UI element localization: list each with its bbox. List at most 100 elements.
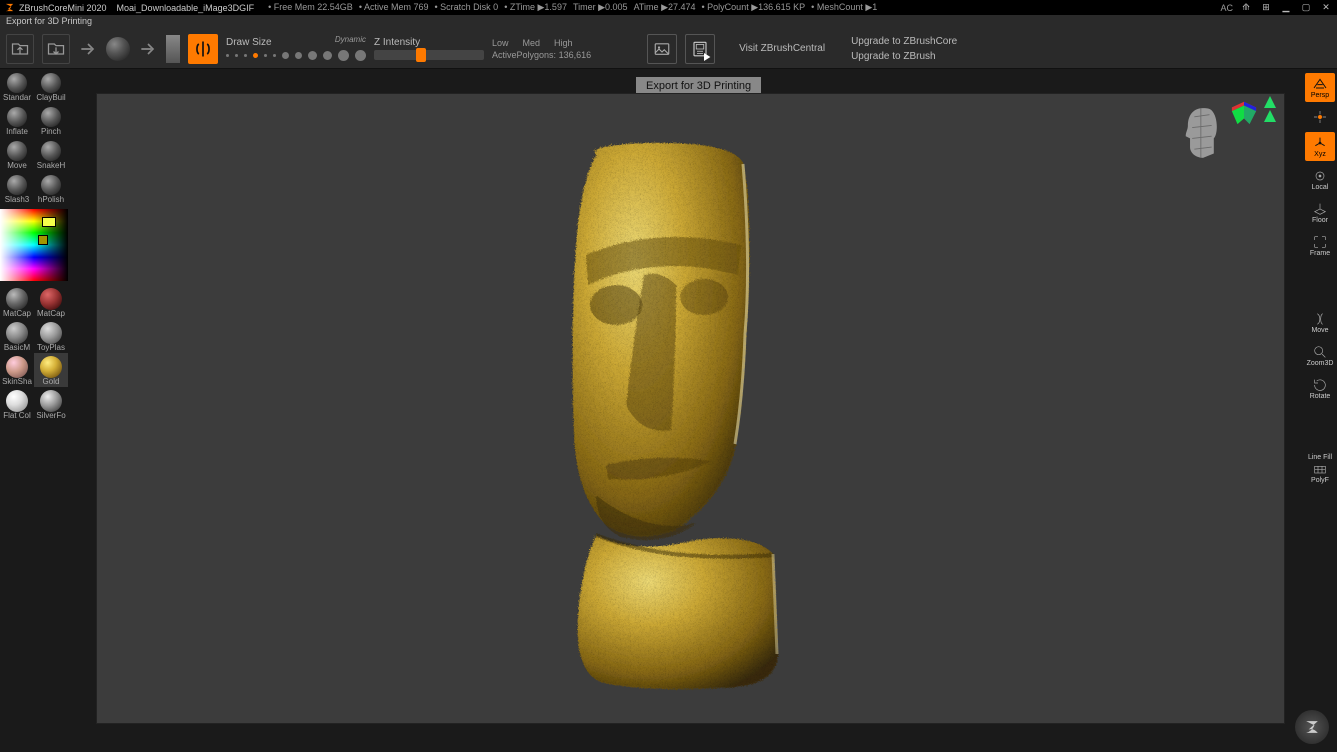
brush-label: ClayBuil <box>36 93 65 102</box>
stat-timer: Timer ▶0.005 <box>573 2 628 13</box>
gizmo-toggle-button[interactable] <box>1305 106 1335 128</box>
stat-scratch: Scratch Disk 0 <box>435 2 499 13</box>
floor-button[interactable]: Floor <box>1305 198 1335 227</box>
maximize-button[interactable]: ▢ <box>1299 2 1313 14</box>
titlebar: ZBrushCoreMini 2020 Moai_Downloadable_iM… <box>0 0 1337 15</box>
brush-slash3[interactable]: Slash3 <box>0 171 34 205</box>
material-label: SkinSha <box>2 377 32 386</box>
poly-low-button[interactable]: Low <box>492 38 509 48</box>
file-title: Moai_Downloadable_iMage3DGIF <box>117 3 255 13</box>
minimize-button[interactable]: ▁ <box>1279 2 1293 14</box>
material-gold[interactable]: Gold <box>34 353 68 387</box>
export-image-button[interactable] <box>647 34 677 64</box>
material-label: Flat Col <box>3 411 31 420</box>
nav-head-icon[interactable] <box>1180 106 1226 160</box>
material-label: MatCap <box>3 309 31 318</box>
brush-label: hPolish <box>38 195 64 204</box>
material-flatcol[interactable]: Flat Col <box>0 387 34 421</box>
material-label: ToyPlas <box>37 343 65 352</box>
active-poly-label: ActivePolygons: <box>492 50 556 60</box>
brush-grid: StandarClayBuil Inflate Pinch Move SnakeH Sla… <box>0 69 68 205</box>
draw-size-slider[interactable] <box>226 50 366 61</box>
export-3d-print-button[interactable] <box>685 34 715 64</box>
right-panel: Persp Xyz Local Floor Frame Move Zoom3D … <box>1303 69 1337 752</box>
stat-atime: ATime ▶27.474 <box>634 2 696 13</box>
brush-pinch[interactable]: Pinch <box>34 103 68 137</box>
zoom-button[interactable]: Zoom3D <box>1305 341 1335 370</box>
sculpt-block-button[interactable] <box>166 35 180 63</box>
material-matcap[interactable]: MatCap <box>34 285 68 319</box>
color-swatch-primary[interactable] <box>42 217 56 227</box>
material-label: SilverFo <box>36 411 65 420</box>
material-silverfo[interactable]: SilverFo <box>34 387 68 421</box>
brush-inflate[interactable]: Inflate <box>0 103 34 137</box>
brush-label: Inflate <box>6 127 28 136</box>
upgrade-full-link[interactable]: Upgrade to ZBrush <box>851 51 957 62</box>
brush-claybuil[interactable]: ClayBuil <box>34 69 68 103</box>
active-poly-count: 136,616 <box>559 50 592 60</box>
brush-move[interactable]: Move <box>0 137 34 171</box>
poly-high-button[interactable]: High <box>554 38 573 48</box>
material-ball-icon <box>40 390 62 412</box>
zbrush-corner-logo-icon[interactable] <box>1295 710 1329 744</box>
material-basicm[interactable]: BasicM <box>0 319 34 353</box>
material-matcap[interactable]: MatCap <box>0 285 34 319</box>
stat-active-mem: Active Mem 769 <box>359 2 429 13</box>
symmetry-button[interactable] <box>188 34 218 64</box>
brush-standar[interactable]: Standar <box>0 69 34 103</box>
statusline: Export for 3D Printing <box>0 15 1337 29</box>
material-label: Gold <box>43 377 60 386</box>
close-button[interactable]: ✕ <box>1319 2 1333 14</box>
brush-hpolish[interactable]: hPolish <box>34 171 68 205</box>
persp-button[interactable]: Persp <box>1305 73 1335 102</box>
move-button[interactable]: Move <box>1305 308 1335 337</box>
xyz-button[interactable]: Xyz <box>1305 132 1335 161</box>
material-ball-icon <box>6 390 28 412</box>
color-picker[interactable] <box>0 209 68 281</box>
material-skinsha[interactable]: SkinSha <box>0 353 34 387</box>
sculpt-sphere-button[interactable] <box>106 37 130 61</box>
zbrush-logo-icon <box>4 2 15 13</box>
ac-indicator: AC <box>1220 3 1233 13</box>
poly-med-button[interactable]: Med <box>523 38 541 48</box>
visit-zbrushcentral-link[interactable]: Visit ZBrushCentral <box>739 43 825 54</box>
frame-button[interactable]: Frame <box>1305 231 1335 260</box>
brush-label: Move <box>7 161 27 170</box>
viewport[interactable] <box>96 93 1285 724</box>
linefill-button[interactable]: Line Fill PolyF <box>1305 451 1335 487</box>
material-ball-icon <box>6 288 28 310</box>
local-button[interactable]: Local <box>1305 165 1335 194</box>
draw-size-group: Dynamic Draw Size <box>226 37 366 61</box>
open-file-button[interactable] <box>6 34 34 64</box>
material-ball-icon <box>40 356 62 378</box>
material-label: MatCap <box>37 309 65 318</box>
stat-ztime: ZTime ▶1.597 <box>504 2 567 13</box>
material-ball-icon <box>6 322 28 344</box>
brush-snakeh[interactable]: SnakeH <box>34 137 68 171</box>
color-swatch-secondary[interactable] <box>38 235 48 245</box>
z-intensity-slider[interactable] <box>374 50 484 60</box>
z-intensity-group: Z Intensity <box>374 37 484 60</box>
material-ball-icon <box>6 356 28 378</box>
brush-ball-icon <box>7 107 27 127</box>
material-grid: MatCap MatCapBasicMToyPlas SkinSha Gold Flat… <box>0 285 68 421</box>
nav-cube-icon[interactable] <box>1230 98 1258 126</box>
save-file-button[interactable] <box>42 34 70 64</box>
stats-readout: Free Mem 22.54GB Active Mem 769 Scratch … <box>268 2 877 13</box>
stat-free-mem: Free Mem 22.54GB <box>268 2 353 13</box>
rotate-button[interactable]: Rotate <box>1305 374 1335 403</box>
brush-label: Slash3 <box>5 195 29 204</box>
upgrade-core-link[interactable]: Upgrade to ZBrushCore <box>851 36 957 47</box>
grid-icon[interactable]: ⊞ <box>1259 2 1273 14</box>
brush-ball-icon <box>7 141 27 161</box>
brush-ball-icon <box>41 107 61 127</box>
nav-gizmo-icon[interactable] <box>1260 96 1280 126</box>
brush-ball-icon <box>41 141 61 161</box>
options-icon[interactable]: ⟰ <box>1239 2 1253 14</box>
z-intensity-label: Z Intensity <box>374 37 484 48</box>
material-toyplas[interactable]: ToyPlas <box>34 319 68 353</box>
material-ball-icon <box>40 288 62 310</box>
brush-ball-icon <box>41 73 61 93</box>
brush-label: SnakeH <box>37 161 65 170</box>
moai-model[interactable] <box>525 134 785 694</box>
